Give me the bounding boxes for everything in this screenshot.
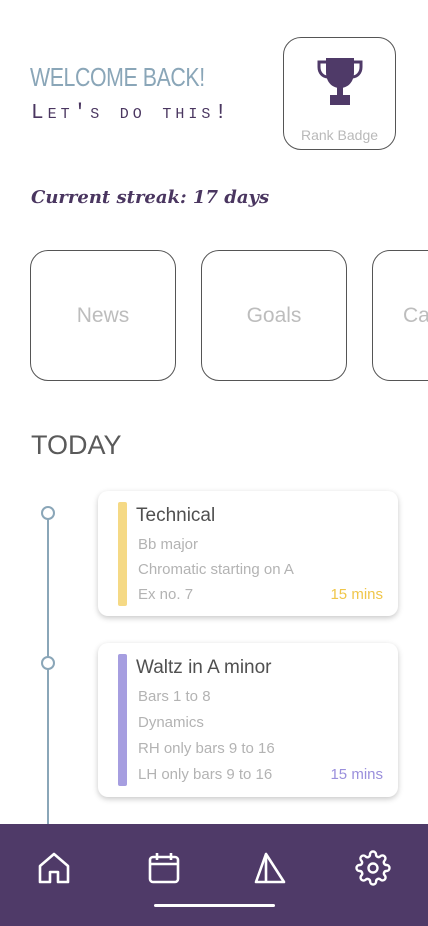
- partial-card[interactable]: Ca: [372, 250, 428, 381]
- timeline-line: [47, 513, 49, 833]
- task-title: Waltz in A minor: [136, 657, 272, 678]
- welcome-heading: WELCOME BACK!: [30, 62, 205, 92]
- task-color-bar: [118, 654, 127, 786]
- task-item: Bb major: [138, 536, 199, 553]
- task-item: Bars 1 to 8: [138, 688, 211, 705]
- task-card-technical[interactable]: Technical Bb major Chromatic starting on…: [98, 491, 398, 616]
- today-heading: TODAY: [31, 430, 122, 460]
- category-cards: News Goals Ca: [30, 250, 428, 381]
- active-tab-indicator: [154, 904, 275, 907]
- triangle-button[interactable]: [250, 848, 290, 888]
- timeline-dot: [41, 506, 55, 520]
- home-icon: [38, 852, 70, 884]
- streak-text: Current streak: 17 days: [31, 187, 270, 208]
- gear-icon: [355, 850, 391, 886]
- timeline-dot: [41, 656, 55, 670]
- task-item: Ex no. 7: [138, 586, 194, 603]
- goals-card[interactable]: Goals: [201, 250, 347, 381]
- task-duration: 15 mins: [330, 766, 383, 783]
- bottom-nav: [0, 824, 428, 926]
- task-item: LH only bars 9 to 16: [138, 766, 273, 783]
- rank-badge-label: Rank Badge: [300, 127, 379, 143]
- task-duration: 15 mins: [330, 586, 383, 603]
- task-item: RH only bars 9 to 16: [138, 740, 275, 757]
- home-button[interactable]: [34, 848, 74, 888]
- task-color-bar: [118, 502, 127, 606]
- triangle-icon: [254, 852, 286, 884]
- calendar-button[interactable]: [144, 848, 184, 888]
- trophy-icon: [317, 58, 362, 105]
- settings-button[interactable]: [353, 848, 393, 888]
- rank-badge-card[interactable]: Rank Badge: [283, 37, 396, 150]
- tagline: Let's do this!: [31, 102, 232, 125]
- calendar-icon: [148, 853, 180, 884]
- task-item: Dynamics: [138, 714, 204, 731]
- task-title: Technical: [136, 505, 216, 526]
- task-card-waltz[interactable]: Waltz in A minor Bars 1 to 8 Dynamics RH…: [98, 643, 398, 797]
- news-card[interactable]: News: [30, 250, 176, 381]
- task-item: Chromatic starting on A: [138, 561, 294, 578]
